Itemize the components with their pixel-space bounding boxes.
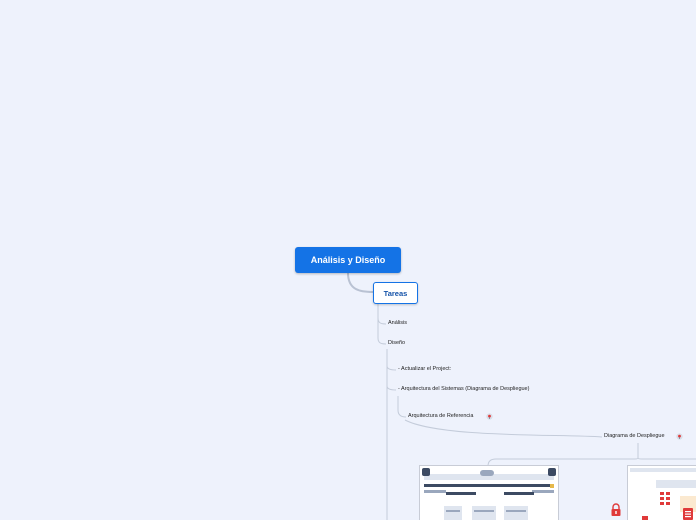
- link-tareas-diseno: [377, 302, 387, 345]
- arquitectura-sistemas-node[interactable]: - Arquitectura del Sistemas (Diagrama de…: [398, 386, 529, 392]
- link-diagrama-thumb-b: [637, 443, 696, 460]
- root-node-label: Análisis y Diseño: [310, 255, 386, 265]
- tareas-node[interactable]: Tareas: [373, 282, 418, 304]
- link-arqref-diagrama: [404, 419, 603, 438]
- link-diseno-arquitectura: [386, 385, 397, 391]
- diagrama-despliegue-node[interactable]: Diagrama de Despliegue: [604, 433, 665, 439]
- note-icon[interactable]: [676, 433, 683, 440]
- root-node[interactable]: Análisis y Diseño: [295, 247, 401, 273]
- link-tareas-analisis: [377, 317, 387, 325]
- link-root-tareas: [347, 272, 374, 293]
- lock-icon: [611, 503, 621, 516]
- actualizar-project-node[interactable]: - Actualizar el Project:: [398, 366, 451, 372]
- analisis-node[interactable]: Análisis: [388, 320, 407, 326]
- mindmap-canvas[interactable]: Análisis y Diseño Tareas Análisis Diseño…: [0, 0, 696, 520]
- deployment-diagram-image[interactable]: [419, 465, 559, 520]
- link-diseno-actualizar: [386, 365, 397, 371]
- diseno-node[interactable]: Diseño: [388, 340, 405, 346]
- tareas-node-label: Tareas: [383, 288, 408, 298]
- arquitectura-referencia-node[interactable]: Arquitectura de Referencia: [408, 413, 473, 419]
- link-diagrama-thumb-a: [487, 443, 639, 467]
- link-arquitectura-arqref: [397, 396, 407, 418]
- document-icon: [683, 508, 693, 520]
- note-icon[interactable]: [486, 413, 493, 420]
